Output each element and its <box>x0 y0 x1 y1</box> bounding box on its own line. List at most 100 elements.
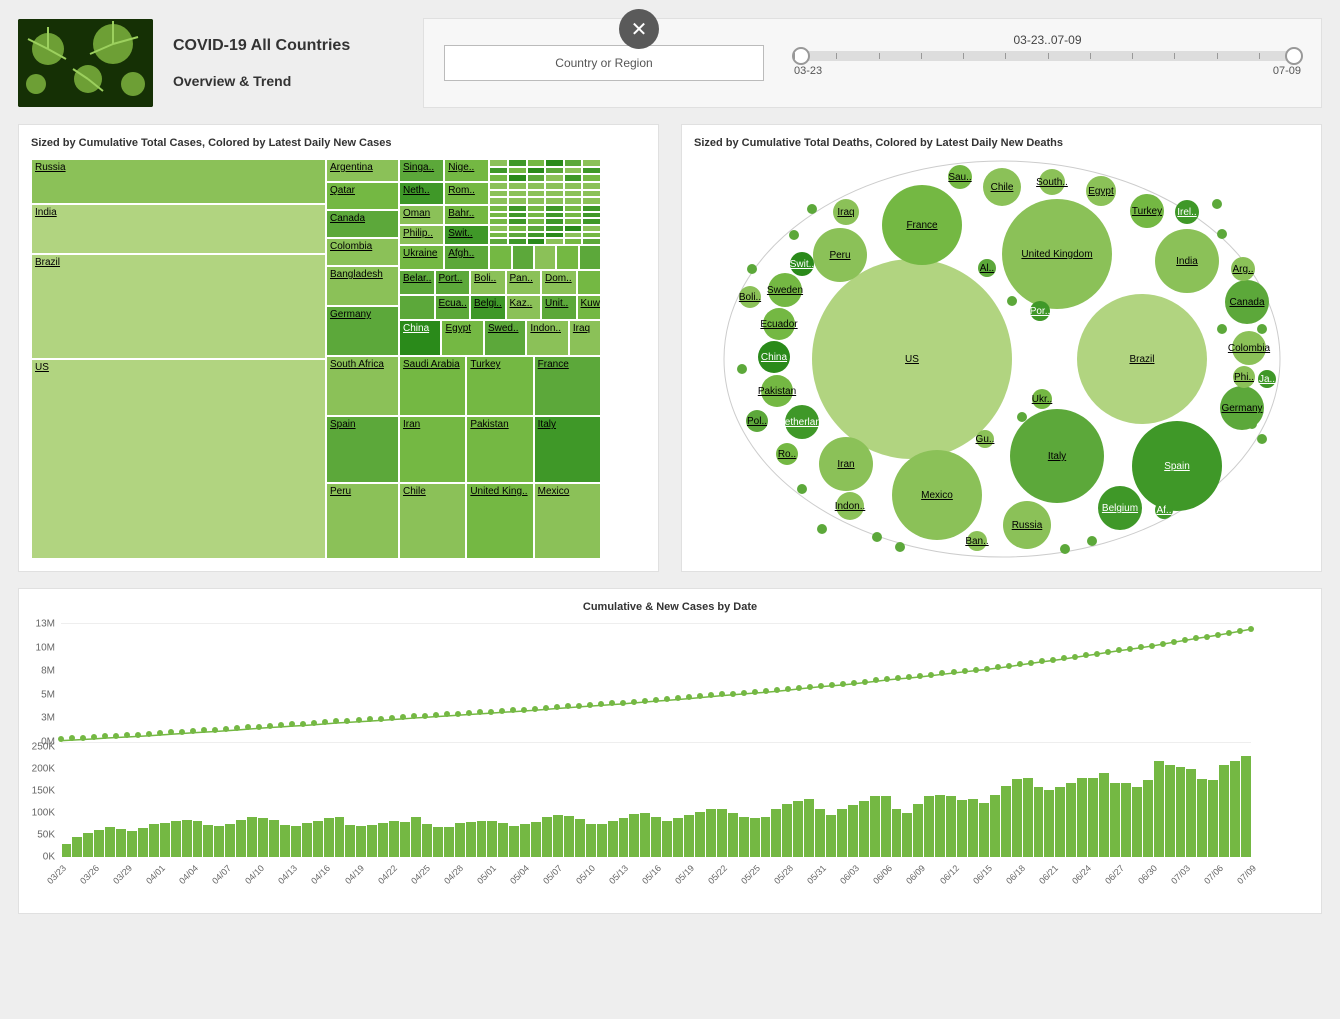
bar[interactable] <box>935 795 945 857</box>
treemap-cell[interactable]: China <box>399 320 441 356</box>
bubble-label[interactable]: South.. <box>1036 177 1068 188</box>
bubble-label[interactable]: Iraq <box>837 207 854 218</box>
bar[interactable] <box>94 830 104 857</box>
bar[interactable] <box>203 825 213 857</box>
bar[interactable] <box>389 821 399 857</box>
treemap-cell[interactable] <box>545 190 564 198</box>
bar[interactable] <box>291 826 301 857</box>
bubble-label[interactable]: Irel.. <box>1177 207 1196 218</box>
bar[interactable] <box>597 824 607 857</box>
treemap-cell[interactable]: France <box>534 356 601 416</box>
bar[interactable] <box>1219 765 1229 857</box>
bubble-chart[interactable]: USBrazilUnited KingdomItalyMexicoSpainFr… <box>722 159 1282 559</box>
bubble-label[interactable]: Pol.. <box>746 416 766 427</box>
bar[interactable] <box>892 809 902 857</box>
treemap-cell[interactable]: Oman <box>399 205 444 225</box>
treemap-cell[interactable] <box>564 212 583 219</box>
treemap-cell[interactable] <box>582 205 601 212</box>
treemap-cell[interactable] <box>527 190 546 198</box>
treemap-cell[interactable]: Neth.. <box>399 182 444 205</box>
treemap-cell[interactable]: Ecua.. <box>435 295 471 320</box>
bubble-label[interactable]: Egypt <box>1088 186 1114 197</box>
treemap-cell[interactable] <box>564 218 583 225</box>
treemap-cell[interactable] <box>508 190 527 198</box>
bar[interactable] <box>105 827 115 857</box>
treemap-cell[interactable] <box>508 205 527 212</box>
bubble-label[interactable]: Pakistan <box>757 386 795 397</box>
treemap-cell[interactable] <box>527 212 546 219</box>
bubble-label[interactable]: Russia <box>1011 520 1042 531</box>
treemap-cell[interactable] <box>582 167 601 175</box>
treemap-cell[interactable] <box>489 167 508 175</box>
treemap-cell[interactable] <box>582 218 601 225</box>
bubble-label[interactable]: Gu.. <box>975 434 994 445</box>
bar[interactable] <box>83 833 93 857</box>
bar[interactable] <box>1012 779 1022 857</box>
treemap-cell[interactable] <box>527 174 546 182</box>
bar[interactable] <box>455 823 465 857</box>
treemap-cell[interactable] <box>582 212 601 219</box>
treemap-cell[interactable]: Swed.. <box>484 320 526 356</box>
treemap-cell[interactable]: Bangladesh <box>326 266 399 306</box>
bar[interactable] <box>531 822 541 857</box>
treemap-cell[interactable] <box>577 270 602 295</box>
bubble-label[interactable]: Af.. <box>1156 505 1171 516</box>
bar[interactable] <box>520 824 530 857</box>
bar[interactable] <box>673 818 683 857</box>
bar[interactable] <box>498 823 508 857</box>
bar[interactable] <box>957 800 967 857</box>
bar[interactable] <box>1001 786 1011 857</box>
treemap-cell[interactable]: Saudi Arabia <box>399 356 466 416</box>
treemap-cell[interactable] <box>545 225 564 232</box>
treemap-cell[interactable]: Port.. <box>435 270 471 295</box>
treemap-cell[interactable]: Kaz.. <box>506 295 542 320</box>
treemap-cell[interactable] <box>489 174 508 182</box>
bubble-label[interactable]: Sweden <box>766 285 802 296</box>
treemap-cell[interactable]: US <box>31 359 326 559</box>
treemap-cell[interactable] <box>534 245 556 270</box>
treemap-cell[interactable]: Canada <box>326 210 399 238</box>
date-range-slider[interactable] <box>794 51 1301 61</box>
treemap-cell[interactable] <box>489 232 508 239</box>
bubble-label[interactable]: Por.. <box>1029 306 1050 317</box>
treemap-cell[interactable]: Boli.. <box>470 270 506 295</box>
bar[interactable] <box>1197 779 1207 857</box>
treemap-cell[interactable] <box>556 245 578 270</box>
bar[interactable] <box>138 828 148 857</box>
bubble-label[interactable]: Phi.. <box>1233 372 1253 383</box>
bubble-label[interactable]: Colombia <box>1227 343 1270 354</box>
treemap-cell[interactable]: India <box>31 204 326 254</box>
treemap-cell[interactable] <box>508 218 527 225</box>
treemap-cell[interactable] <box>564 167 583 175</box>
treemap-cell[interactable] <box>582 232 601 239</box>
bubble-label[interactable]: Ukr.. <box>1031 394 1052 405</box>
country-selector[interactable]: Country or Region <box>444 45 764 81</box>
bar[interactable] <box>761 817 771 857</box>
bar[interactable] <box>400 822 410 857</box>
treemap-cell[interactable]: Singa.. <box>399 159 444 182</box>
treemap-cell[interactable] <box>489 205 508 212</box>
bubble-label[interactable]: Spain <box>1164 461 1190 472</box>
bar[interactable] <box>335 817 345 857</box>
bar[interactable] <box>1066 783 1076 857</box>
bar[interactable] <box>946 796 956 857</box>
bar[interactable] <box>608 821 618 857</box>
treemap-cell[interactable]: South Africa <box>326 356 399 416</box>
bar[interactable] <box>444 827 454 857</box>
treemap-cell[interactable] <box>564 197 583 205</box>
bar[interactable] <box>171 821 181 857</box>
treemap-cell[interactable] <box>527 167 546 175</box>
treemap-cell[interactable] <box>545 182 564 190</box>
treemap-cell[interactable]: Indon.. <box>526 320 568 356</box>
bar[interactable] <box>913 804 923 857</box>
bar[interactable] <box>193 821 203 857</box>
bar[interactable] <box>149 824 159 857</box>
bar[interactable] <box>739 817 749 857</box>
treemap-cell[interactable]: Unit.. <box>541 295 577 320</box>
treemap-cell[interactable] <box>508 197 527 205</box>
treemap-cell[interactable]: Turkey <box>466 356 533 416</box>
bar[interactable] <box>214 826 224 857</box>
treemap-cell[interactable]: Colombia <box>326 238 399 266</box>
treemap-cell[interactable]: Belgi.. <box>470 295 506 320</box>
treemap-cell[interactable] <box>527 225 546 232</box>
